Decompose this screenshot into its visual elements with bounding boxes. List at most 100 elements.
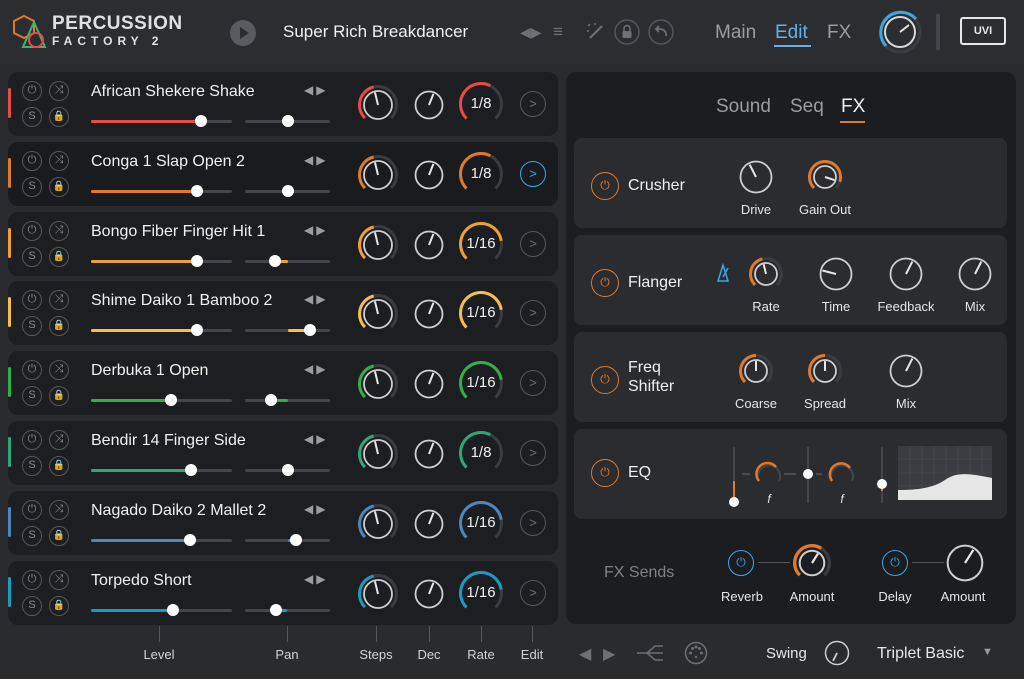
track-shuffle-icon[interactable]: ⤨ (49, 150, 69, 171)
track-shuffle-icon[interactable]: ⤨ (49, 220, 69, 241)
track-shuffle-icon[interactable]: ⤨ (49, 430, 69, 450)
track-steps-knob[interactable]: 1/8 (459, 431, 503, 475)
track-steps-knob[interactable]: 1/16 (459, 500, 503, 545)
track-level-slider[interactable] (91, 324, 232, 337)
midi-port-icon[interactable] (684, 641, 708, 665)
flanger-feedback-knob[interactable] (889, 257, 923, 291)
tab-fx[interactable]: FX (827, 22, 851, 44)
pan-slider-thumb[interactable] (281, 115, 294, 127)
track-decay-knob[interactable] (414, 369, 444, 399)
track-solo-button[interactable]: S (22, 176, 42, 197)
track-power-icon[interactable]: ⏻ (22, 360, 42, 381)
track-level-slider[interactable] (91, 184, 232, 197)
track-decay-knob[interactable] (414, 299, 444, 329)
flanger-rate-knob[interactable] (749, 257, 783, 291)
track-decay-knob[interactable] (414, 579, 444, 609)
track-lock-icon[interactable]: 🔒 (49, 246, 69, 267)
pattern-next-icon[interactable]: ▶ (603, 644, 615, 664)
track-level-knob[interactable] (358, 85, 398, 125)
pan-slider-thumb[interactable] (303, 324, 316, 337)
track-decay-knob[interactable] (414, 230, 444, 260)
track-name[interactable]: Conga 1 Slap Open 2 (91, 153, 245, 171)
track-solo-button[interactable]: S (22, 456, 42, 476)
track-edit-button[interactable]: > (520, 91, 546, 117)
track-level-slider[interactable] (91, 394, 232, 407)
track-name[interactable]: Bendir 14 Finger Side (91, 432, 246, 450)
pan-slider-thumb[interactable] (268, 254, 281, 267)
pan-slider-thumb[interactable] (281, 184, 294, 197)
track-sample-prev-next-icon[interactable]: ◀▶ (304, 362, 328, 376)
track-level-knob[interactable] (358, 154, 398, 195)
track-lock-icon[interactable]: 🔒 (49, 107, 69, 127)
track-edit-button[interactable]: > (520, 579, 546, 606)
lock-icon[interactable] (614, 19, 640, 45)
track-lock-icon[interactable]: 🔒 (49, 595, 69, 616)
track-level-slider[interactable] (91, 115, 232, 127)
track-shuffle-icon[interactable]: ⤨ (49, 81, 69, 101)
track-lock-icon[interactable]: 🔒 (49, 525, 69, 546)
pan-slider-thumb[interactable] (264, 394, 277, 407)
track-name[interactable]: Derbuka 1 Open (91, 362, 208, 380)
track-pan-slider[interactable] (245, 464, 330, 476)
track-power-icon[interactable]: ⏻ (22, 220, 42, 241)
track-sample-prev-next-icon[interactable]: ◀▶ (304, 432, 328, 446)
track-sample-prev-next-icon[interactable]: ◀▶ (304, 292, 328, 306)
track-decay-knob[interactable] (414, 509, 444, 539)
track-power-icon[interactable]: ⏻ (22, 81, 42, 101)
track-level-knob[interactable] (358, 573, 398, 614)
level-slider-thumb[interactable] (194, 115, 207, 127)
track-pan-slider[interactable] (245, 394, 330, 407)
track-solo-button[interactable]: S (22, 525, 42, 546)
delay-amount-knob[interactable] (946, 544, 984, 582)
track-pan-slider[interactable] (245, 115, 330, 127)
track-name[interactable]: Nagado Daiko 2 Mallet 2 (91, 502, 266, 520)
track-power-icon[interactable]: ⏻ (22, 290, 42, 311)
track-edit-button[interactable]: > (520, 440, 546, 466)
track-decay-knob[interactable] (414, 439, 444, 469)
subtab-sound[interactable]: Sound (716, 96, 771, 118)
track-sample-prev-next-icon[interactable]: ◀▶ (304, 223, 328, 237)
track-steps-knob[interactable]: 1/16 (459, 361, 503, 405)
eq-power-icon[interactable]: ⏻ (591, 459, 619, 487)
flanger-time-knob[interactable] (819, 257, 853, 291)
track-name[interactable]: Bongo Fiber Finger Hit 1 (91, 223, 265, 241)
track-pan-slider[interactable] (245, 603, 330, 616)
track-power-icon[interactable]: ⏻ (22, 569, 42, 590)
track-pan-slider[interactable] (245, 324, 330, 337)
gain-out-knob[interactable] (808, 160, 842, 194)
preset-menu-icon[interactable]: ≡ (553, 22, 563, 42)
track-steps-knob[interactable]: 1/16 (459, 291, 503, 335)
track-sample-prev-next-icon[interactable]: ◀▶ (304, 153, 328, 167)
track-name[interactable]: Torpedo Short (91, 572, 192, 590)
track-sample-prev-next-icon[interactable]: ◀▶ (304, 83, 328, 97)
track-level-knob[interactable] (358, 224, 398, 265)
coarse-knob[interactable] (739, 354, 773, 388)
drive-knob[interactable] (739, 160, 773, 194)
tab-main[interactable]: Main (715, 22, 756, 44)
reverb-amount-knob[interactable] (792, 543, 831, 582)
track-shuffle-icon[interactable]: ⤨ (49, 290, 69, 311)
track-solo-button[interactable]: S (22, 595, 42, 616)
track-solo-button[interactable]: S (22, 386, 42, 407)
track-edit-button[interactable]: > (520, 509, 546, 536)
tempo-sync-metronome-icon[interactable] (715, 262, 731, 283)
level-slider-thumb[interactable] (165, 394, 178, 407)
track-shuffle-icon[interactable]: ⤨ (49, 499, 69, 520)
level-slider-thumb[interactable] (190, 254, 203, 267)
subtab-seq[interactable]: Seq (790, 96, 824, 118)
level-slider-thumb[interactable] (190, 324, 203, 337)
track-edit-button[interactable]: > (520, 370, 546, 397)
freq-shifter-mix-knob[interactable] (889, 354, 923, 388)
undo-icon[interactable] (648, 19, 674, 45)
track-power-icon[interactable]: ⏻ (22, 150, 42, 171)
master-volume-knob[interactable] (878, 10, 922, 54)
reverb-power-icon[interactable]: ⏻ (728, 550, 754, 576)
track-lock-icon[interactable]: 🔒 (49, 316, 69, 337)
track-solo-button[interactable]: S (22, 107, 42, 127)
preset-name[interactable]: Super Rich Breakdancer (283, 22, 468, 42)
track-shuffle-icon[interactable]: ⤨ (49, 569, 69, 590)
track-pan-slider[interactable] (245, 184, 330, 197)
track-sample-prev-next-icon[interactable]: ◀▶ (304, 502, 328, 516)
track-steps-knob[interactable]: 1/8 (459, 82, 503, 126)
track-level-slider[interactable] (91, 254, 232, 267)
